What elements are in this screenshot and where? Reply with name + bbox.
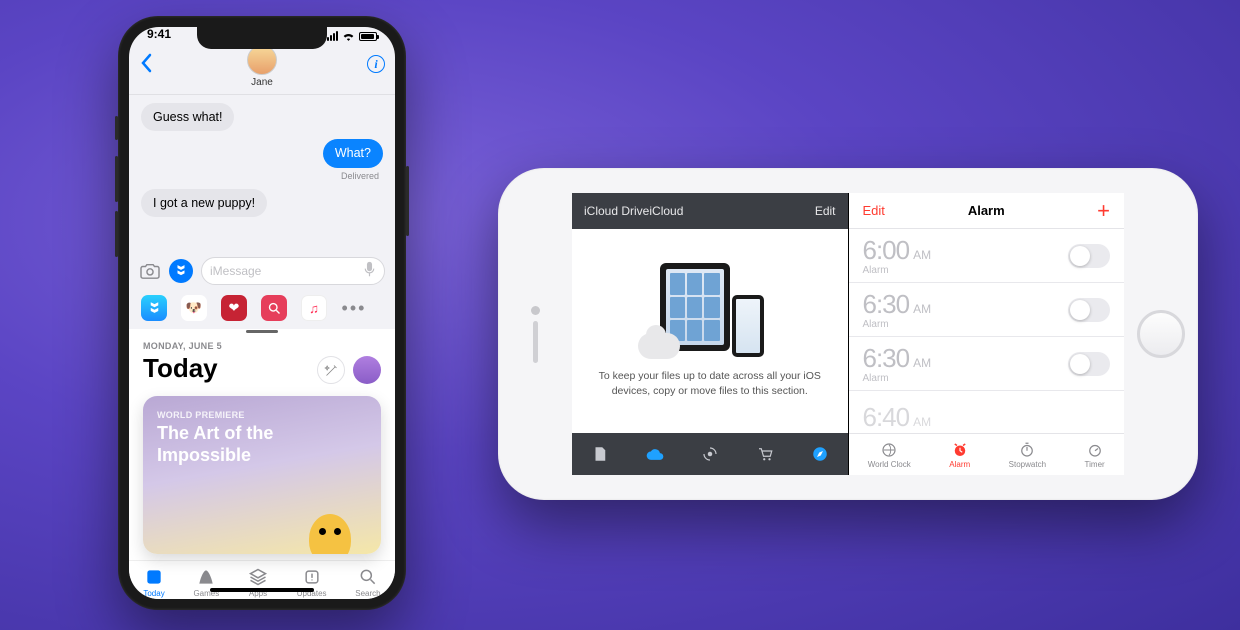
battery-icon	[359, 32, 377, 41]
icloud-drive-pane: iCloud Drive iCloud Edit To keep your fi…	[572, 193, 849, 475]
today-feature-card[interactable]: WORLD PREMIERE The Art of the Impossible	[143, 396, 381, 554]
status-time: 9:41	[147, 27, 171, 41]
home-indicator[interactable]	[210, 588, 314, 592]
icloud-back-button[interactable]: iCloud Drive	[584, 204, 649, 218]
iphone-landscape-device: iCloud Drive iCloud Edit To keep your fi…	[498, 168, 1198, 500]
message-placeholder: iMessage	[210, 264, 261, 278]
alarm-header: Edit Alarm +	[849, 193, 1125, 229]
drawer-memoji-icon[interactable]: 🐶	[181, 295, 207, 321]
alarm-row[interactable]: 6:40AM	[849, 391, 1125, 433]
tab-apps[interactable]: Apps	[248, 567, 268, 598]
tab-cloud-icon[interactable]	[644, 443, 666, 465]
alarm-row[interactable]: 6:30AM Alarm	[849, 283, 1125, 337]
alarm-add-button[interactable]: +	[1097, 198, 1110, 224]
alarm-pane: Edit Alarm + 6:00AM Alarm 6:30AM Alarm	[849, 193, 1125, 475]
feature-art	[309, 514, 351, 554]
messages-header: Jane i	[129, 43, 395, 95]
tab-today[interactable]: Today	[143, 567, 164, 598]
icloud-tabbar	[572, 433, 848, 475]
back-button[interactable]	[139, 53, 153, 78]
icloud-edit-button[interactable]: Edit	[815, 204, 836, 218]
home-button[interactable]	[1137, 310, 1185, 358]
message-bubble: I got a new puppy!	[141, 189, 267, 217]
tab-cart-icon[interactable]	[754, 443, 776, 465]
tab-alarm[interactable]: Alarm	[949, 441, 970, 469]
drawer-search-icon[interactable]	[261, 295, 287, 321]
wifi-icon	[342, 31, 355, 41]
imessage-app-drawer[interactable]: 🐶 ❤ ♫ •••	[129, 291, 395, 329]
today-date-label: MONDAY, JUNE 5	[143, 341, 222, 351]
compose-bar: iMessage	[129, 251, 395, 291]
icloud-empty-state: To keep your files up to date across all…	[572, 229, 848, 433]
notch	[197, 27, 327, 49]
clock-tabbar: World Clock Alarm Stopwatch Timer	[849, 433, 1125, 475]
feature-eyebrow: WORLD PREMIERE	[157, 410, 367, 420]
alarm-toggle[interactable]	[1068, 298, 1110, 322]
tab-updates[interactable]: Updates	[297, 567, 327, 598]
drawer-more-icon[interactable]: •••	[341, 295, 367, 321]
tab-documents-icon[interactable]	[589, 443, 611, 465]
drawer-appstore-icon[interactable]	[141, 295, 167, 321]
alarm-toggle[interactable]	[1068, 352, 1110, 376]
feature-title: The Art of the Impossible	[157, 423, 367, 466]
alarm-row[interactable]: 6:00AM Alarm	[849, 229, 1125, 283]
today-title: Today	[143, 353, 222, 384]
alarm-row[interactable]: 6:30AM Alarm	[849, 337, 1125, 391]
signal-icon	[327, 31, 338, 41]
devices-illustration	[650, 263, 770, 353]
app-store-tabbar: Today Games Apps Updates Search	[129, 560, 395, 599]
drawer-music-icon[interactable]: ♫	[301, 295, 327, 321]
app-store-pane: MONDAY, JUNE 5 Today WORLD PREMIERE The …	[129, 329, 395, 599]
contact-name-label: Jane	[129, 77, 395, 88]
delivered-label: Delivered	[341, 171, 383, 181]
alarm-toggle[interactable]	[1068, 244, 1110, 268]
icloud-title: iCloud	[649, 204, 683, 218]
account-avatar[interactable]	[353, 356, 381, 384]
front-camera	[531, 306, 540, 315]
tab-safari-icon[interactable]	[809, 443, 831, 465]
message-bubble: Guess what!	[141, 103, 234, 131]
alarm-title: Alarm	[968, 203, 1005, 218]
drawer-heart-icon[interactable]: ❤	[221, 295, 247, 321]
info-button[interactable]: i	[367, 55, 385, 73]
contact-avatar[interactable]	[247, 45, 277, 75]
message-thread[interactable]: Guess what! What? Delivered I got a new …	[129, 95, 395, 251]
alarm-list[interactable]: 6:00AM Alarm 6:30AM Alarm 6:30AM Alarm	[849, 229, 1125, 433]
icloud-caption: To keep your files up to date across all…	[592, 369, 828, 398]
message-input[interactable]: iMessage	[201, 257, 385, 285]
icloud-header: iCloud Drive iCloud Edit	[572, 193, 848, 229]
wand-icon[interactable]	[317, 356, 345, 384]
cloud-icon	[638, 333, 680, 359]
tab-stopwatch[interactable]: Stopwatch	[1009, 441, 1046, 469]
earpiece	[533, 321, 538, 363]
mic-icon[interactable]	[363, 261, 376, 281]
message-bubble: What?	[323, 139, 383, 167]
tab-timer[interactable]: Timer	[1085, 441, 1105, 469]
alarm-edit-button[interactable]: Edit	[863, 203, 885, 218]
tab-search[interactable]: Search	[355, 567, 380, 598]
tab-world-clock[interactable]: World Clock	[868, 441, 911, 469]
iphone-x-device: 9:41 Jane i Guess what! What? Delivered …	[118, 16, 406, 610]
tab-shared-icon[interactable]	[699, 443, 721, 465]
tab-games[interactable]: Games	[193, 567, 219, 598]
apps-icon[interactable]	[169, 259, 193, 283]
camera-icon[interactable]	[139, 260, 161, 282]
